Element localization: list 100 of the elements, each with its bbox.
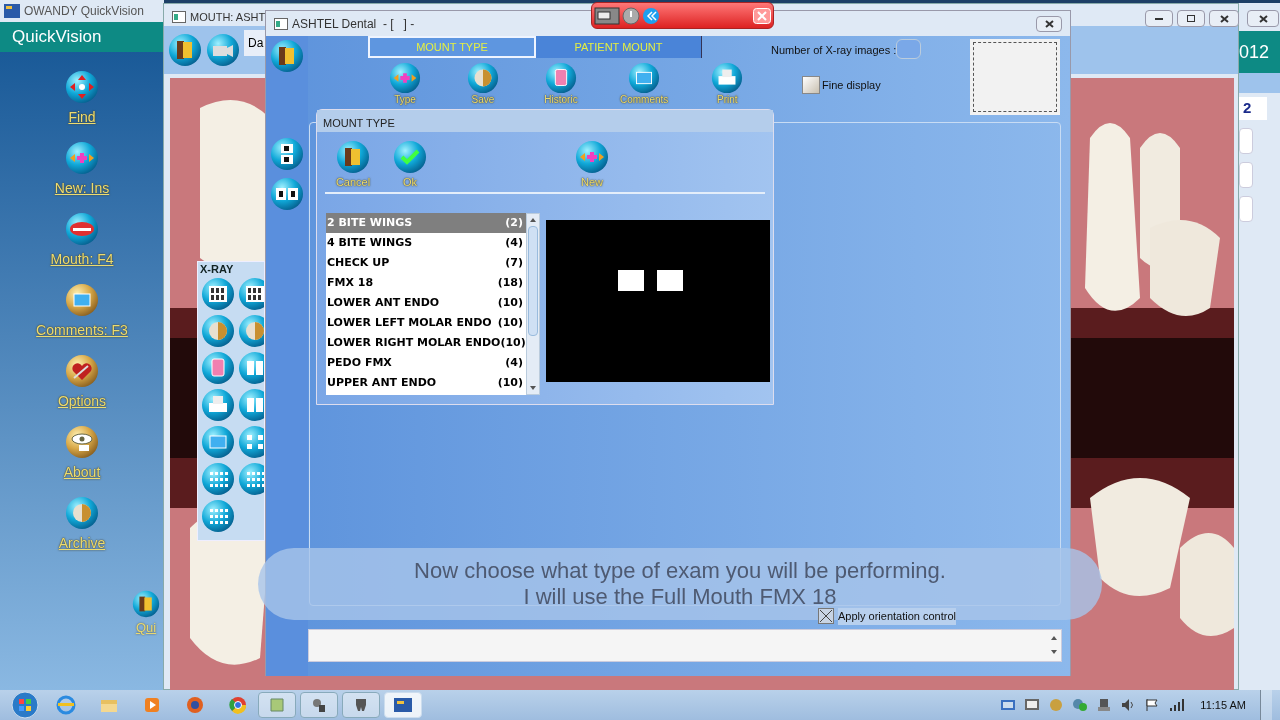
close-icon[interactable] xyxy=(753,7,771,24)
mirror-icon xyxy=(270,177,304,211)
scroll-thumb[interactable] xyxy=(528,226,538,336)
tab[interactable]: PATIENT MOUNT xyxy=(536,36,702,58)
recorder-icon[interactable] xyxy=(594,5,620,26)
start-button[interactable] xyxy=(8,690,42,720)
printer-icon xyxy=(201,387,235,422)
maximize-icon xyxy=(1187,15,1195,22)
taskbar-app[interactable] xyxy=(342,692,380,718)
toolbar-button[interactable]: Historic xyxy=(542,62,580,105)
tab[interactable]: MOUNT TYPE xyxy=(368,36,536,58)
play-icon[interactable] xyxy=(142,695,162,715)
xray-tool-button[interactable] xyxy=(201,276,236,311)
power-icon[interactable] xyxy=(622,6,640,25)
dialog-title: MOUNT TYPE xyxy=(317,110,773,132)
taskbar-app[interactable] xyxy=(300,692,338,718)
exit-button[interactable] xyxy=(168,33,202,67)
field[interactable] xyxy=(1239,161,1253,188)
scrollbar[interactable] xyxy=(526,213,540,395)
image-count-label: Number of X-ray images : xyxy=(771,43,897,58)
clock[interactable]: 11:15 AM xyxy=(1200,696,1246,714)
xray-tool-button[interactable] xyxy=(201,461,236,496)
menu-item[interactable]: Find xyxy=(65,70,99,136)
date-tab[interactable]: Da xyxy=(244,30,268,56)
menu-item[interactable]: Options xyxy=(57,354,107,420)
monitor-icon[interactable] xyxy=(1024,698,1041,712)
lips-icon xyxy=(65,212,99,246)
xray-tool-button[interactable] xyxy=(201,387,236,422)
checkbox[interactable] xyxy=(802,76,820,94)
camera-button[interactable] xyxy=(206,33,240,67)
document-icon xyxy=(201,350,235,385)
arrows-icon xyxy=(65,141,99,175)
dots-icon xyxy=(201,498,235,533)
toolbar-button[interactable]: Print xyxy=(708,62,747,105)
caption-text: Now choose what type of exam you will be performing. xyxy=(414,558,946,584)
door-icon xyxy=(132,590,160,618)
taskbar-app[interactable] xyxy=(384,692,422,718)
menu-item[interactable]: New: Ins xyxy=(54,141,110,207)
flip-button[interactable] xyxy=(270,137,304,171)
show-desktop-button[interactable] xyxy=(1260,690,1272,720)
dots-icon xyxy=(238,461,264,496)
dialog-button[interactable]: Cancel xyxy=(333,140,373,191)
list-item[interactable]: FMX 18 (18) xyxy=(326,273,526,293)
list-item[interactable]: CHECK UP (7) xyxy=(326,253,526,273)
film-icon xyxy=(201,276,235,311)
window-icon xyxy=(394,698,412,712)
list-item[interactable]: LOWER RIGHT MOLAR ENDO(10) xyxy=(326,333,526,353)
toolbar-button[interactable]: Save xyxy=(464,62,502,105)
menu-item[interactable]: Mouth: F4 xyxy=(50,212,114,278)
window-title: MOUTH: ASHT xyxy=(190,9,266,25)
close-icon xyxy=(1219,14,1229,23)
menu-item[interactable]: About xyxy=(63,425,101,491)
comment-field[interactable] xyxy=(308,629,1062,662)
keyboard-icon[interactable] xyxy=(1000,698,1017,712)
field[interactable] xyxy=(1239,127,1253,154)
checkbox[interactable] xyxy=(818,608,834,625)
image-count-field[interactable] xyxy=(896,39,921,59)
xray-tool-button[interactable] xyxy=(238,461,264,496)
app-header: QuickVision xyxy=(0,22,164,52)
xray-tool-button[interactable] xyxy=(238,424,264,459)
close-button[interactable] xyxy=(1247,10,1279,27)
door-icon xyxy=(168,33,202,67)
list-item[interactable]: UPPER ANT ENDO (10) xyxy=(326,373,526,393)
tool-palette: X-RAY xyxy=(197,261,265,541)
screen-icon xyxy=(201,424,235,459)
menu-item[interactable]: Comments: F3 xyxy=(36,283,128,349)
number-label: 2 xyxy=(1239,97,1267,120)
caption-text: I will use the Full Mouth FMX 18 xyxy=(523,584,837,610)
disc-icon xyxy=(65,496,99,530)
menu-item[interactable]: Archive xyxy=(58,496,106,562)
window-title: ASHTEL Dental - [ ] - xyxy=(292,15,415,33)
close-button[interactable] xyxy=(1209,10,1239,27)
toolbar-button[interactable]: Comments xyxy=(620,62,669,105)
checkbox-label: Apply orientation control xyxy=(838,608,956,625)
list-item[interactable]: LOWER ANT ENDO (10) xyxy=(326,293,526,313)
check-icon xyxy=(393,140,427,174)
list-item[interactable]: PEDO FMX (4) xyxy=(326,353,526,373)
arrows-icon xyxy=(575,140,609,174)
toolbar-button[interactable]: Type xyxy=(386,62,424,105)
field[interactable] xyxy=(1239,195,1253,222)
globe-icon[interactable] xyxy=(185,695,205,715)
flip-icon xyxy=(270,137,304,171)
mirror-button[interactable] xyxy=(270,177,304,211)
printer-icon xyxy=(711,62,744,94)
list-item[interactable]: LOWER LEFT MOLAR ENDO (10) xyxy=(326,313,526,333)
list-item[interactable]: 2 BITE WINGS (2) xyxy=(326,213,526,233)
list-item[interactable]: 4 BITE WINGS (4) xyxy=(326,233,526,253)
exit-button[interactable] xyxy=(270,39,304,73)
door-icon xyxy=(336,140,370,174)
document-icon xyxy=(545,62,577,94)
close-button[interactable] xyxy=(1036,15,1062,32)
dots-icon xyxy=(201,461,235,496)
rewind-icon[interactable] xyxy=(642,6,660,25)
signal-icon[interactable] xyxy=(1168,698,1185,712)
xray-tool-button[interactable] xyxy=(201,498,236,533)
document-icon xyxy=(269,697,285,713)
minimize-button[interactable] xyxy=(1145,10,1173,27)
maximize-button[interactable] xyxy=(1177,10,1205,27)
eye-icon xyxy=(65,425,99,459)
flag-icon[interactable] xyxy=(1144,698,1161,712)
